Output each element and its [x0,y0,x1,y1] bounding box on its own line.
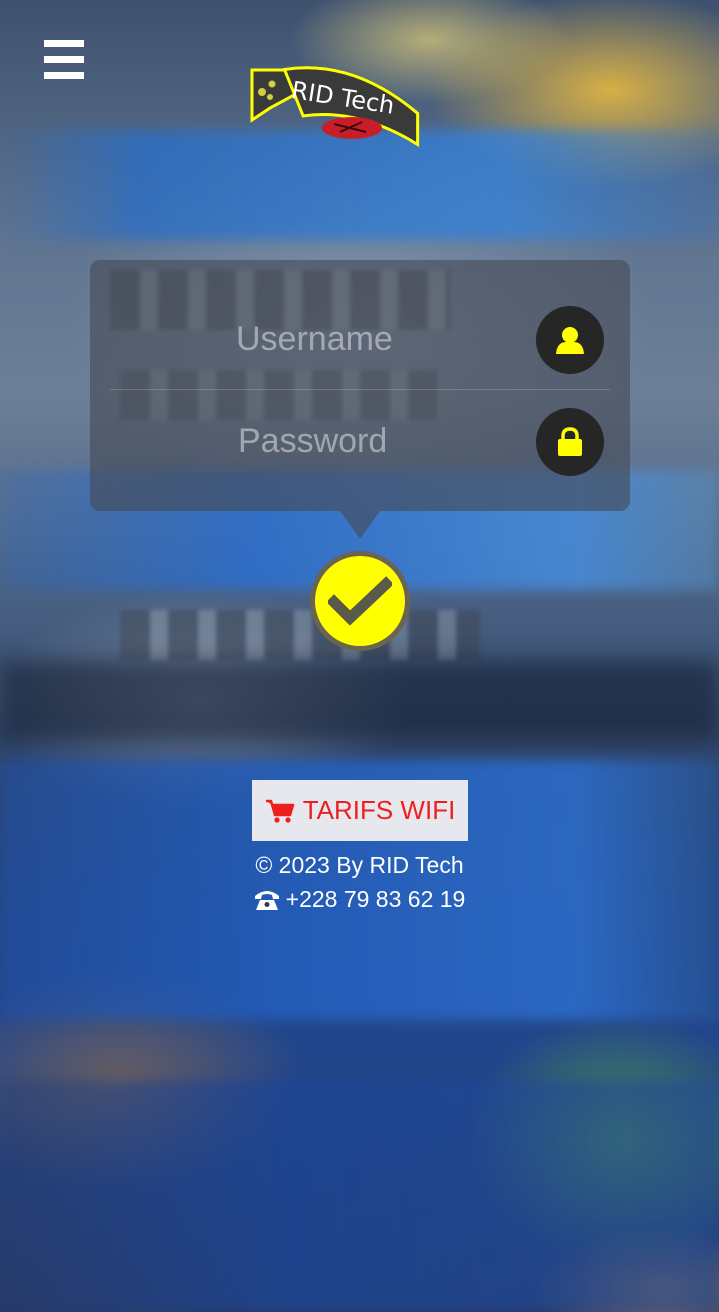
login-panel: Username Password [90,260,630,511]
cart-icon [265,799,294,823]
lock-icon [536,408,604,476]
rid-tech-logo: RID Tech [248,64,438,156]
username-field: Username [90,290,630,390]
phone-icon [254,890,279,910]
panel-pointer [340,511,380,539]
phone-line: +228 79 83 62 19 [0,886,719,913]
copyright-text: © 2023 By RID Tech [255,852,464,878]
password-field: Password [90,392,630,492]
check-icon [328,576,392,626]
hamburger-menu-icon[interactable] [44,40,84,80]
username-input[interactable] [230,308,530,368]
background-image [0,0,719,1312]
field-divider [110,389,610,390]
submit-button[interactable] [310,551,410,651]
user-icon [536,306,604,374]
tarifs-wifi-button[interactable]: TARIFS WIFI [252,780,468,841]
tarifs-wifi-label: TARIFS WIFI [302,795,456,825]
phone-number: +228 79 83 62 19 [285,886,466,912]
password-input[interactable] [230,410,530,470]
